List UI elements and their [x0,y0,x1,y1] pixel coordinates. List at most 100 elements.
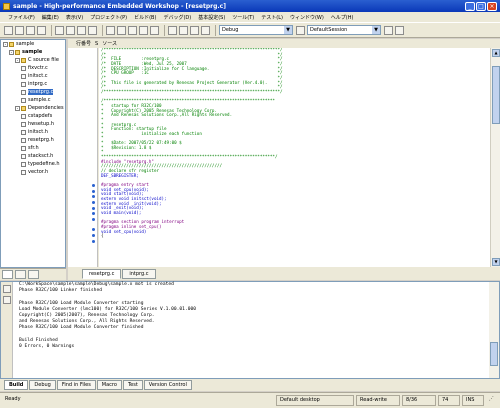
output-tab[interactable]: Version Control [143,380,192,390]
gutter-row[interactable] [68,223,97,228]
scroll-thumb[interactable] [492,66,500,124]
tree-item[interactable]: resetprg.h [1,136,65,144]
tree-item[interactable]: - sample [1,48,65,56]
code-area[interactable]: /***************************************… [99,48,490,267]
expand-toggle-icon[interactable]: - [3,41,8,47]
build-icon[interactable] [179,25,188,35]
copy-icon[interactable] [66,25,75,35]
resize-grip-icon[interactable]: ⋰ [486,395,500,406]
tree-item[interactable]: resetprg.c [1,88,65,96]
editor-tab[interactable]: resetprg.c [82,269,122,279]
breakpoint-marker-icon[interactable] [68,212,97,217]
tree-item[interactable]: cstapdefs [1,112,65,120]
editor-vertical-scrollbar[interactable]: ▲ ▼ [490,48,500,267]
menu-item[interactable]: 編集(E) [42,14,59,21]
tree-item[interactable]: initsct.c [1,72,65,80]
copy-output-icon[interactable] [3,296,11,304]
output-tab[interactable]: Macro [96,380,122,390]
source-header: ソース [102,41,117,47]
expand-toggle-icon[interactable]: - [9,49,14,55]
menu-item[interactable]: テスト(L) [261,14,283,21]
tree-item[interactable]: - sample [1,40,65,48]
tree-item[interactable]: initsct.h [1,128,65,136]
output-tab[interactable]: Find in Files [56,380,96,390]
maximize-icon[interactable]: □ [476,1,486,11]
breakpoint-marker-icon[interactable] [68,184,97,189]
help-icon[interactable] [395,25,404,35]
outdent-icon[interactable] [150,25,159,35]
save-all-icon[interactable] [37,25,46,35]
save-icon[interactable] [26,25,35,35]
tree-item-label: cstapdefs [28,113,53,119]
output-vertical-scrollbar[interactable] [489,282,499,378]
session-select[interactable]: DefaultSession ▼ [307,25,381,35]
tree-item[interactable]: vector.h [1,168,65,176]
menu-item[interactable]: 表示(V) [66,14,83,21]
menu-item[interactable]: ビルド(B) [134,14,156,21]
paste-icon[interactable] [77,25,86,35]
menu-item[interactable]: ツール(T) [232,14,254,21]
stop-build-icon[interactable] [201,25,210,35]
scroll-thumb[interactable] [490,342,498,366]
undo-icon[interactable] [106,25,115,35]
templates-tab-icon[interactable] [28,270,39,279]
build-all-icon[interactable] [190,25,199,35]
breakpoint-marker-icon[interactable] [68,201,97,206]
menu-item[interactable]: デバッグ(D) [163,14,191,21]
breakpoint-marker-icon[interactable] [68,234,97,239]
minimize-icon[interactable]: _ [465,1,475,11]
compile-icon[interactable] [168,25,177,35]
output-text[interactable]: C:\WorkSpace\sample\sample\Debug\sample.… [1,282,499,356]
scroll-down-icon[interactable]: ▼ [492,258,500,266]
close-icon[interactable]: × [487,1,497,11]
gutter-row[interactable] [68,178,97,183]
folder-icon [21,105,26,111]
breakpoint-marker-icon[interactable] [68,228,97,233]
output-tab[interactable]: Test [122,380,143,390]
build-config-select[interactable]: Debug ▼ [219,25,293,35]
tree-item[interactable]: fixvctr.c [1,64,65,72]
file-icon [21,81,26,87]
tree-item[interactable]: intprg.c [1,80,65,88]
expand-toggle-icon[interactable]: - [15,105,20,111]
tree-item[interactable]: stacksct.h [1,152,65,160]
tree-item[interactable]: typedefine.h [1,160,65,168]
new-file-icon[interactable] [4,25,13,35]
config-icon[interactable] [296,25,305,35]
chevron-down-icon[interactable]: ▼ [284,26,292,34]
bookmark-icon[interactable] [128,25,137,35]
tree-item[interactable]: sfr.h [1,144,65,152]
find-icon[interactable] [88,25,97,35]
tree-item[interactable]: - Dependencies [1,104,65,112]
tree-item[interactable]: sample.c [1,96,65,104]
tree-item[interactable]: hwsetup.h [1,120,65,128]
scroll-up-icon[interactable]: ▲ [492,49,500,57]
redo-icon[interactable] [117,25,126,35]
breakpoint-marker-icon[interactable] [68,190,97,195]
menu-item[interactable]: プロジェクト(P) [90,14,127,21]
editor-tab[interactable]: intprg.c [122,269,156,279]
clear-output-icon[interactable] [3,285,11,293]
projects-tab-icon[interactable] [2,270,13,279]
output-tab[interactable]: Build [4,380,29,390]
menu-item[interactable]: ウィンドウ(W) [290,14,324,21]
tree-item[interactable]: - C source file [1,56,65,64]
breakpoint-marker-icon[interactable] [68,207,97,212]
cut-icon[interactable] [55,25,64,35]
editor-gutter[interactable] [68,48,98,267]
output-tab[interactable]: Debug [29,380,56,390]
open-file-icon[interactable] [15,25,24,35]
menu-item[interactable]: ヘルプ(H) [331,14,354,21]
chevron-down-icon[interactable]: ▼ [372,26,380,34]
navigation-tab-icon[interactable] [15,270,26,279]
connect-icon[interactable] [384,25,393,35]
breakpoint-marker-icon[interactable] [68,195,97,200]
workspace-tree: - sample - sample - C source file fixvctr.c ini… [0,39,66,268]
expand-toggle-icon[interactable]: - [15,57,20,63]
menu-item[interactable]: 基本設定(S) [198,14,225,21]
tree-item-label: hwsetup.h [28,121,55,127]
gutter-row[interactable] [68,249,97,254]
indent-icon[interactable] [139,25,148,35]
menu-item[interactable]: ファイル(F) [8,14,35,21]
